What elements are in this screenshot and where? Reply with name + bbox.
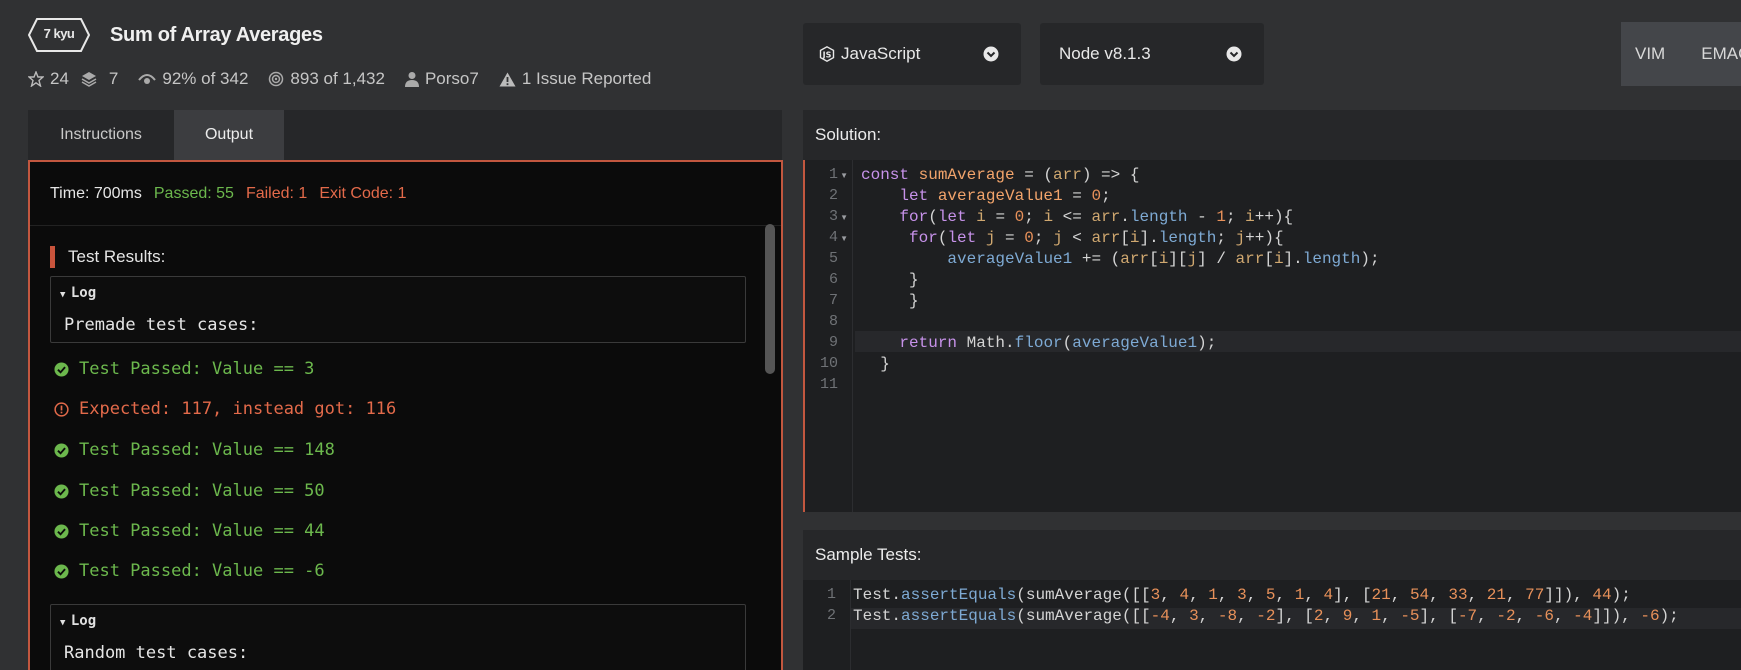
chevron-down-icon bbox=[983, 46, 999, 62]
kata-title[interactable]: Sum of Array Averages bbox=[110, 24, 323, 47]
output-panel: Time: 700ms Passed: 55 Failed: 1 Exit Co… bbox=[28, 160, 783, 670]
check-circle-icon bbox=[54, 523, 69, 539]
log-body: Premade test cases: bbox=[64, 315, 259, 335]
error-circle-icon bbox=[54, 401, 69, 417]
caret-down-icon: ▼ bbox=[60, 290, 71, 300]
stars-count: 24 bbox=[50, 69, 69, 88]
issues-stat[interactable]: 1 Issue Reported bbox=[499, 69, 651, 89]
language-label: JavaScript bbox=[841, 44, 921, 63]
check-circle-icon bbox=[54, 563, 69, 579]
panel-tabs: Instructions Output bbox=[28, 110, 782, 160]
author-stat[interactable]: Porso7 bbox=[404, 69, 479, 89]
test-result-line: Expected: 117, instead got: 116 bbox=[54, 399, 396, 419]
target-icon bbox=[269, 71, 284, 87]
solution-header: Solution: bbox=[803, 110, 1741, 160]
sample-tests-editor[interactable]: 1 2 Test.assertEquals(sumAverage([[3, 4,… bbox=[803, 580, 1741, 670]
test-result-line: Test Passed: Value == 44 bbox=[54, 521, 325, 541]
eye-icon bbox=[138, 74, 157, 84]
test-result-line: Test Passed: Value == 50 bbox=[54, 481, 325, 501]
user-icon bbox=[404, 72, 419, 87]
log-toggle[interactable]: ▼ Log bbox=[60, 285, 96, 301]
javascript-icon: JS bbox=[819, 46, 835, 62]
rank-label: 7 kyu bbox=[43, 26, 75, 41]
exit-code: Exit Code: 1 bbox=[319, 184, 407, 202]
layers-icon bbox=[81, 72, 97, 87]
code-area[interactable]: const sumAverage = (arr) => { let averag… bbox=[855, 160, 1741, 512]
collections-count: 7 bbox=[108, 69, 119, 88]
solution-editor[interactable]: 1 ▼ 2 3 ▼ 4 ▼ 5 6 7 8 9 10 11 const sumAver… bbox=[803, 160, 1741, 512]
sample-tests-header: Sample Tests: bbox=[803, 530, 1741, 580]
log-toggle[interactable]: ▼ Log bbox=[60, 613, 96, 629]
output-scrollbar[interactable] bbox=[765, 224, 775, 374]
test-result-line: Test Passed: Value == -6 bbox=[54, 561, 325, 581]
line-gutter: 1 ▼ 2 3 ▼ 4 ▼ 5 6 7 8 9 10 11 bbox=[805, 160, 853, 512]
keymap-emacs-button[interactable]: EMACS bbox=[1701, 44, 1741, 64]
author-name: Porso7 bbox=[424, 69, 479, 88]
stars-stat[interactable]: 24 7 bbox=[28, 69, 118, 89]
caret-down-icon: ▼ bbox=[60, 618, 71, 628]
test-result-line: Test Passed: Value == 3 bbox=[54, 359, 314, 379]
line-gutter: 1 2 bbox=[803, 580, 851, 670]
log-body: Random test cases: bbox=[64, 643, 249, 663]
satisfaction-stat: 92% of 342 bbox=[138, 69, 248, 89]
kata-header: 7 kyu Sum of Array Averages 24 7 92% of … bbox=[28, 18, 788, 98]
failed-count: Failed: 1 bbox=[245, 184, 308, 202]
tab-instructions[interactable]: Instructions bbox=[28, 110, 174, 160]
tab-output[interactable]: Output bbox=[174, 110, 284, 160]
passed-count: Passed: 55 bbox=[153, 184, 234, 202]
results-title: Test Results: bbox=[68, 247, 166, 266]
svg-text:JS: JS bbox=[822, 51, 832, 60]
warning-icon bbox=[499, 72, 516, 86]
log-block[interactable]: ▼ Log Premade test cases: bbox=[50, 276, 746, 343]
completed-stat: 893 of 1,432 bbox=[268, 69, 385, 89]
log-block[interactable]: ▼ Log Random test cases: bbox=[50, 604, 746, 670]
test-results: Test Results: ▼ Log Premade test cases: … bbox=[30, 226, 770, 670]
output-summary: Time: 700ms Passed: 55 Failed: 1 Exit Co… bbox=[30, 162, 781, 226]
issues-label: 1 Issue Reported bbox=[521, 69, 652, 88]
runtime-select[interactable]: Node v8.1.3 bbox=[1040, 23, 1264, 85]
rank-badge: 7 kyu bbox=[28, 18, 90, 52]
kata-stats: 24 7 92% of 342 893 of 1,432 Porso7 1 Is… bbox=[28, 69, 671, 89]
star-icon bbox=[28, 71, 44, 87]
runtime-label: Node v8.1.3 bbox=[1059, 44, 1151, 63]
keymap-toggle: VIM EMACS bbox=[1621, 22, 1741, 86]
test-result-line: Test Passed: Value == 148 bbox=[54, 440, 335, 460]
satisfaction-value: 92% of 342 bbox=[162, 69, 249, 88]
completed-value: 893 of 1,432 bbox=[290, 69, 385, 88]
keymap-vim-button[interactable]: VIM bbox=[1635, 44, 1665, 64]
code-area[interactable]: Test.assertEquals(sumAverage([[3, 4, 1, … bbox=[851, 580, 1741, 670]
time-value: Time: 700ms bbox=[50, 184, 142, 202]
chevron-down-icon bbox=[1226, 46, 1242, 62]
check-circle-icon bbox=[54, 361, 69, 377]
language-select[interactable]: JS JavaScript bbox=[803, 23, 1021, 85]
check-circle-icon bbox=[54, 442, 69, 458]
results-header: Test Results: bbox=[50, 246, 165, 268]
check-circle-icon bbox=[54, 483, 69, 499]
